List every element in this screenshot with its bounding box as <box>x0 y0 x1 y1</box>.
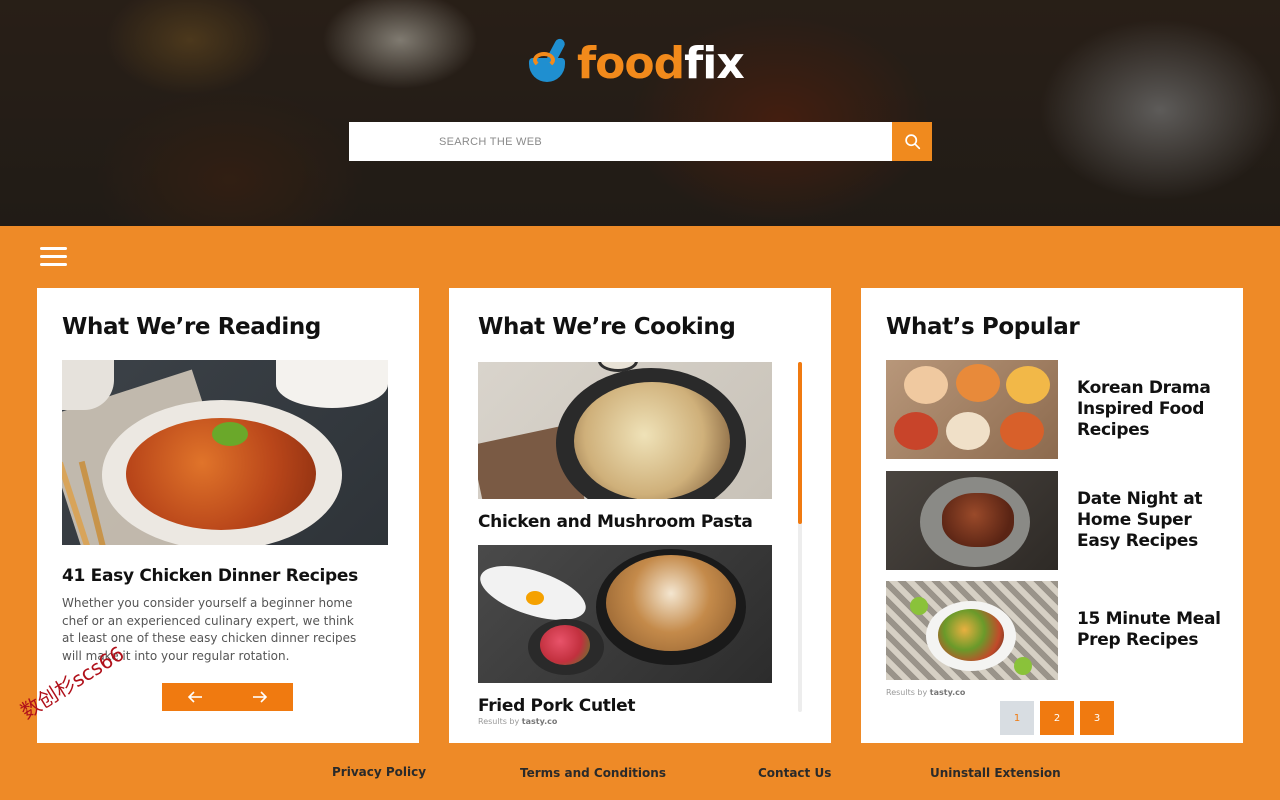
cooking-card: What We’re Cooking Chicken and Mushroom … <box>449 288 831 743</box>
popular-item-title[interactable]: Korean Drama Inspired Food Recipes <box>1077 378 1227 441</box>
page-button-3[interactable]: 3 <box>1080 701 1114 735</box>
uninstall-link[interactable]: Uninstall Extension <box>930 766 1061 780</box>
chicken-dinner-image[interactable] <box>62 360 388 545</box>
results-attribution: Results by tasty.co <box>478 717 558 726</box>
results-attribution: Results by tasty.co <box>886 688 966 697</box>
search-input[interactable] <box>349 122 892 161</box>
results-source[interactable]: tasty.co <box>522 717 558 726</box>
terms-link[interactable]: Terms and Conditions <box>520 766 666 780</box>
cooking-list: Chicken and Mushroom Pasta Fried Pork Cu… <box>478 362 772 732</box>
list-item-title[interactable]: Fried Pork Cutlet <box>478 696 636 716</box>
popular-item[interactable]: 15 Minute Meal Prep Recipes <box>886 581 1221 680</box>
pagination: 1 2 3 <box>1000 701 1114 735</box>
mushroom-pasta-image[interactable] <box>478 362 772 499</box>
page-button-1[interactable]: 1 <box>1000 701 1034 735</box>
scroll-thumb[interactable] <box>798 362 802 524</box>
results-source[interactable]: tasty.co <box>930 688 966 697</box>
next-button[interactable] <box>228 683 294 711</box>
cooking-scrollbar[interactable] <box>798 362 802 712</box>
page-button-2[interactable]: 2 <box>1040 701 1074 735</box>
popular-card: What’s Popular Korean Drama Inspired Foo… <box>861 288 1243 743</box>
search-bar <box>349 122 932 161</box>
list-item-title[interactable]: Chicken and Mushroom Pasta <box>478 512 753 532</box>
carousel-controls <box>162 683 293 711</box>
search-button[interactable] <box>892 122 932 161</box>
bowl-logo-icon <box>527 34 575 94</box>
privacy-policy-link[interactable]: Privacy Policy <box>332 765 426 779</box>
prev-button[interactable] <box>162 683 228 711</box>
search-icon <box>904 134 920 150</box>
popular-item-title[interactable]: Date Night at Home Super Easy Recipes <box>1077 489 1227 552</box>
steak-image[interactable] <box>886 471 1058 570</box>
cooking-card-title: What We’re Cooking <box>478 314 736 340</box>
pork-cutlet-image[interactable] <box>478 545 772 683</box>
popular-item[interactable]: Date Night at Home Super Easy Recipes <box>886 471 1218 570</box>
arrow-right-icon <box>253 691 268 703</box>
contact-link[interactable]: Contact Us <box>758 766 831 780</box>
brand-wordmark: foodfix <box>577 42 745 86</box>
popular-item[interactable]: Korean Drama Inspired Food Recipes <box>886 360 1218 459</box>
popular-card-title: What’s Popular <box>886 314 1080 340</box>
meal-prep-image[interactable] <box>886 581 1058 680</box>
reading-card-title: What We’re Reading <box>62 314 321 340</box>
arrow-left-icon <box>187 691 202 703</box>
brand-name-fix: fix <box>684 38 745 89</box>
hamburger-menu-icon[interactable] <box>40 247 67 267</box>
popular-item-title[interactable]: 15 Minute Meal Prep Recipes <box>1077 609 1227 651</box>
brand-name-food: food <box>577 38 685 89</box>
hero-banner: foodfix <box>0 0 1280 226</box>
reading-headline[interactable]: 41 Easy Chicken Dinner Recipes <box>62 566 358 586</box>
brand-logo: foodfix <box>527 34 745 94</box>
korean-food-image[interactable] <box>886 360 1058 459</box>
